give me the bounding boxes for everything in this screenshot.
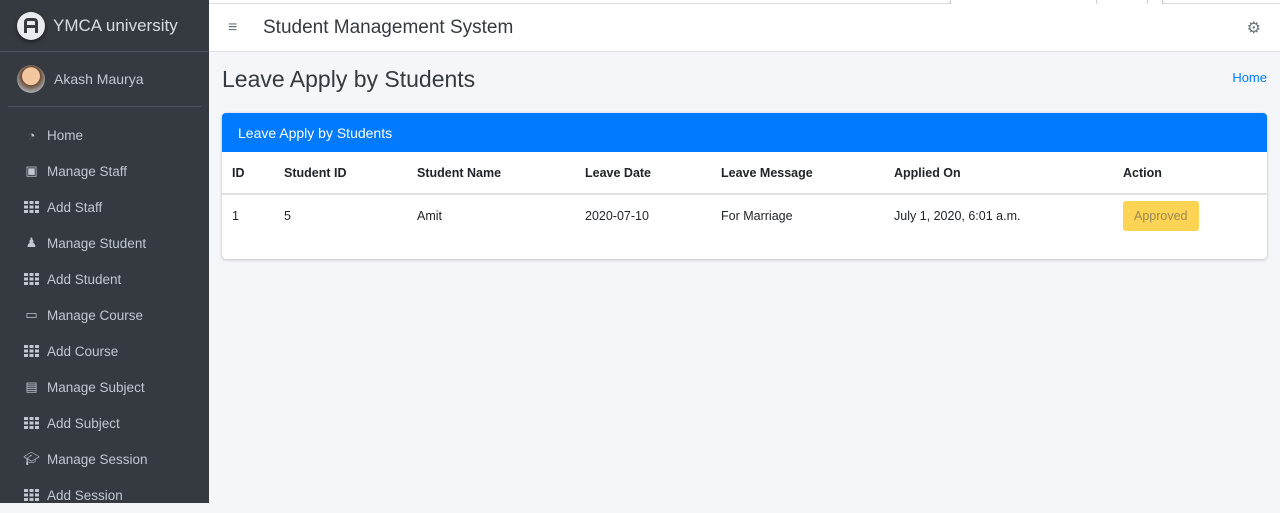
sidebar-item-manage-session[interactable]: 🎓︎ Manage Session bbox=[0, 441, 209, 477]
breadcrumb-home[interactable]: Home bbox=[1232, 70, 1267, 85]
sidebar-item-label: Manage Course bbox=[47, 307, 144, 323]
sidebar-item-manage-staff[interactable]: ▣ Manage Staff bbox=[0, 153, 209, 189]
sidebar-item-add-session[interactable]: Add Session bbox=[0, 477, 209, 513]
card-title: Leave Apply by Students bbox=[222, 113, 1267, 152]
col-applied-on: Applied On bbox=[884, 152, 1113, 195]
col-student-name: Student Name bbox=[407, 152, 575, 195]
cell-name: Amit bbox=[417, 209, 442, 223]
student-icon: ♟ bbox=[25, 235, 38, 250]
sidebar-item-label: Add Course bbox=[47, 343, 119, 359]
grid-icon bbox=[23, 488, 40, 502]
sidebar-item-label: Add Staff bbox=[47, 199, 103, 215]
laptop-icon: ▭ bbox=[25, 307, 38, 322]
cell-date: 2020-07-10 bbox=[585, 209, 649, 223]
col-student-id: Student ID bbox=[274, 152, 407, 195]
sidebar-item-add-student[interactable]: Add Student bbox=[0, 261, 209, 297]
cell-id: 1 bbox=[232, 209, 239, 223]
sidebar-nav: ◔ Home ▣ Manage Staff Add Staff ♟ Manage St… bbox=[0, 107, 209, 513]
top-navbar: ≡ Student Management System ⚙ bbox=[209, 4, 1280, 52]
dashboard-icon: ◔ bbox=[27, 127, 36, 143]
book-icon: ▤ bbox=[25, 379, 38, 394]
table-row: 1 5 Amit 2020-07-10 For Marriage July 1,… bbox=[222, 194, 1267, 237]
sidebar-item-label: Manage Student bbox=[47, 235, 147, 251]
cell-message: For Marriage bbox=[721, 209, 793, 223]
cell-student-id: 5 bbox=[284, 209, 291, 223]
sidebar-item-add-subject[interactable]: Add Subject bbox=[0, 405, 209, 441]
sidebar-item-label: Manage Subject bbox=[47, 379, 145, 395]
cell-applied: July 1, 2020, 6:01 a.m. bbox=[894, 209, 1021, 223]
col-leave-date: Leave Date bbox=[575, 152, 711, 195]
leave-card: Leave Apply by Students ID Student ID St… bbox=[222, 113, 1267, 259]
sidebar-item-label: Add Student bbox=[47, 271, 122, 287]
sidebar-item-manage-student[interactable]: ♟ Manage Student bbox=[0, 225, 209, 261]
col-id: ID bbox=[222, 152, 274, 195]
cell-action: Approved bbox=[1113, 194, 1267, 237]
grid-icon bbox=[23, 272, 40, 286]
grid-icon bbox=[23, 344, 40, 358]
grid-icon bbox=[23, 200, 40, 214]
sidebar-item-home[interactable]: ◔ Home bbox=[0, 117, 209, 153]
staff-icon: ▣ bbox=[25, 163, 38, 178]
col-action: Action bbox=[1113, 152, 1267, 195]
brand-name: YMCA university bbox=[53, 15, 178, 35]
avatar bbox=[17, 65, 45, 93]
sidebar-item-label: Add Session bbox=[47, 487, 123, 503]
sidebar-item-manage-subject[interactable]: ▤ Manage Subject bbox=[0, 369, 209, 405]
gear-icon[interactable]: ⚙ bbox=[1247, 18, 1261, 38]
sidebar-item-add-staff[interactable]: Add Staff bbox=[0, 189, 209, 225]
sidebar-item-label: Add Subject bbox=[47, 415, 120, 431]
grid-icon bbox=[23, 416, 40, 430]
graduation-cap-icon: 🎓︎ bbox=[23, 451, 40, 466]
sidebar-item-label: Manage Session bbox=[47, 451, 148, 467]
page-title: Leave Apply by Students bbox=[222, 66, 476, 92]
sidebar-item-label: Manage Staff bbox=[47, 163, 128, 179]
sidebar-item-manage-course[interactable]: ▭ Manage Course bbox=[0, 297, 209, 333]
sidebar-item-label: Home bbox=[47, 127, 84, 143]
sidebar: YMCA university Akash Maurya ◔ Home ▣ Mana… bbox=[0, 0, 209, 503]
user-panel[interactable]: Akash Maurya bbox=[8, 52, 201, 107]
brand-link[interactable]: YMCA university bbox=[0, 0, 209, 52]
sidebar-item-add-course[interactable]: Add Course bbox=[0, 333, 209, 369]
hamburger-menu-icon[interactable]: ≡ bbox=[228, 19, 241, 37]
col-leave-message: Leave Message bbox=[711, 152, 884, 195]
brand-logo-icon bbox=[17, 11, 45, 40]
approved-button[interactable]: Approved bbox=[1123, 201, 1199, 231]
user-name: Akash Maurya bbox=[54, 71, 144, 87]
leave-table: ID Student ID Student Name Leave Date Le… bbox=[222, 152, 1267, 237]
app-title: Student Management System bbox=[263, 16, 514, 38]
